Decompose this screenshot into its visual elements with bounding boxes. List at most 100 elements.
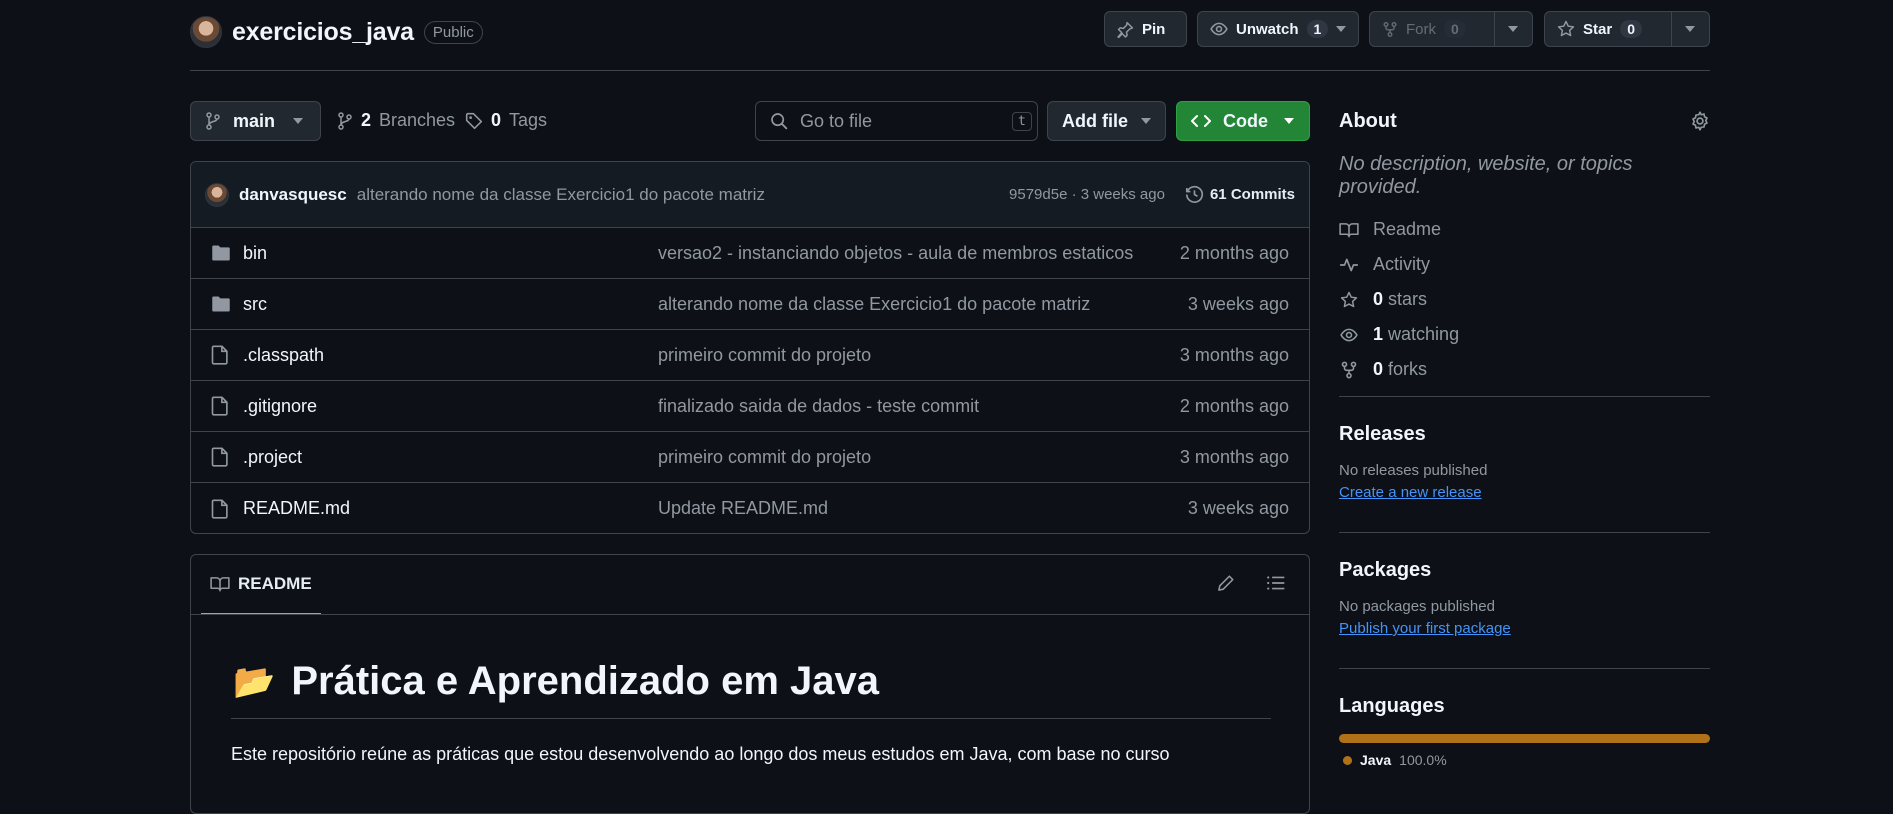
tag-icon [465,112,483,130]
file-commit-message[interactable]: alterando nome da classe Exercicio1 do p… [658,294,1090,315]
chevron-down-icon [1141,118,1151,124]
pin-button[interactable]: Pin [1104,11,1187,47]
branches-label: Branches [379,110,456,130]
file-row[interactable]: README.md Update README.md 3 weeks ago [191,483,1309,533]
forks-count: 0 [1373,359,1384,379]
chevron-down-icon [1284,118,1294,124]
pin-label: Pin [1142,20,1166,38]
file-name[interactable]: bin [243,243,267,264]
commits-count: 61 Commits [1209,186,1295,203]
branch-icon [205,112,221,130]
gear-icon[interactable] [1690,111,1710,131]
star-counter: 0 [1620,20,1642,38]
file-commit-date: 3 months ago [1179,446,1289,467]
add-file-label: Add file [1062,110,1128,131]
file-name[interactable]: .classpath [243,345,324,366]
go-to-file-input[interactable] [800,110,1000,132]
fork-button[interactable]: Fork 0 [1369,11,1533,47]
tags-link[interactable]: 0 Tags [465,110,547,131]
packages-empty: No packages published [1339,598,1495,615]
activity-link[interactable]: Activity [1339,254,1710,275]
file-commit-date: 2 months ago [1179,242,1289,263]
file-commit-message[interactable]: Update README.md [658,498,828,519]
search-icon [770,112,788,130]
readme-tab[interactable]: README [201,555,321,615]
file-icon [211,396,229,416]
activity-link-label: Activity [1373,254,1431,274]
book-icon [210,575,230,593]
commit-message[interactable]: alterando nome da classe Exercicio1 do p… [357,185,765,205]
folder-icon [211,244,231,262]
code-button[interactable]: Code [1176,101,1310,141]
fork-menu-button[interactable] [1494,12,1531,46]
releases-title[interactable]: Releases [1339,423,1710,446]
file-row[interactable]: .project primeiro commit do projeto 3 mont… [191,432,1309,483]
file-row[interactable]: bin versao2 - instanciando objetos - aula… [191,228,1309,279]
readme-link[interactable]: Readme [1339,219,1710,240]
file-list: bin versao2 - instanciando objetos - aula… [191,228,1309,533]
about-description: No description, website, or topics provi… [1339,153,1633,198]
visibility-badge: Public [423,20,483,44]
repo-name[interactable]: exercicios_java [232,18,414,47]
branch-selector[interactable]: main [190,101,321,141]
unwatch-button[interactable]: Unwatch 1 [1197,11,1359,47]
file-name[interactable]: README.md [243,498,350,519]
watching-label: watching [1388,324,1460,344]
language-item[interactable]: Java 100.0% [1339,752,1710,768]
history-icon [1185,185,1204,204]
file-name[interactable]: .project [243,447,302,468]
releases-empty: No releases published [1339,462,1488,479]
readme-tab-label: README [238,574,312,593]
file-commit-date: 3 weeks ago [1187,498,1289,518]
file-commit-message[interactable]: primeiro commit do projeto [658,447,871,468]
author-avatar[interactable] [205,182,229,207]
watching-link[interactable]: 1 watching [1339,324,1710,345]
packages-title[interactable]: Packages [1339,559,1710,582]
stars-link[interactable]: 0 stars [1339,289,1710,310]
publish-package-link[interactable]: Publish your first package [1339,620,1710,637]
file-commit-message[interactable]: finalizado saida de dados - teste commit [658,396,979,417]
commit-hash-time[interactable]: 9579d5e · 3 weeks ago [1009,186,1165,203]
file-icon [211,345,229,365]
readme-title: Prática e Aprendizado em Java [291,659,879,703]
packages-section: Packages No packages published Publish y… [1339,559,1710,637]
star-button[interactable]: Star 0 [1544,11,1710,47]
go-to-file-search[interactable]: t [755,101,1038,141]
star-icon [1339,291,1359,309]
latest-commit-bar: danvasquesc alterando nome da classe Exe… [191,162,1309,228]
sidebar-divider [1339,532,1710,533]
file-name[interactable]: src [243,294,267,315]
file-row[interactable]: .classpath primeiro commit do projeto 3 mo… [191,330,1309,381]
file-commit-message[interactable]: primeiro commit do projeto [658,345,871,366]
add-file-button[interactable]: Add file [1047,101,1166,141]
file-row[interactable]: .gitignore finalizado saida de dados - te… [191,381,1309,432]
star-list-button[interactable] [1671,12,1708,46]
readme-panel: README 📂 Prática e Aprendizado em Java E… [190,554,1310,814]
watching-count: 1 [1373,324,1384,344]
branches-link[interactable]: 2 Branches [337,110,455,131]
readme-heading-rule [231,718,1271,719]
branch-name: main [233,110,276,131]
code-label: Code [1223,110,1268,131]
file-icon [211,498,229,519]
commits-link[interactable]: 61 Commits [1185,185,1295,204]
watch-counter: 1 [1306,20,1329,38]
chevron-down-icon [1508,26,1518,32]
forks-link[interactable]: 0 forks [1339,359,1710,380]
file-name[interactable]: .gitignore [243,396,317,417]
outline-list-icon[interactable] [1266,574,1286,592]
file-commit-message[interactable]: versao2 - instanciando objetos - aula de… [658,243,1133,264]
owner-avatar[interactable] [190,16,222,48]
sidebar-divider [1339,668,1710,669]
file-row[interactable]: src alterando nome da classe Exercicio1 d… [191,279,1309,330]
forks-label: forks [1388,359,1428,379]
readme-link-label: Readme [1373,219,1442,239]
create-release-link[interactable]: Create a new release [1339,484,1710,501]
releases-section: Releases No releases published Create a … [1339,423,1710,501]
commit-author[interactable]: danvasquesc [239,185,347,205]
about-title: About [1339,110,1397,132]
star-label: Star [1583,20,1613,38]
pencil-icon[interactable] [1217,574,1235,592]
pulse-icon [1339,256,1359,274]
stars-label: stars [1388,289,1428,309]
